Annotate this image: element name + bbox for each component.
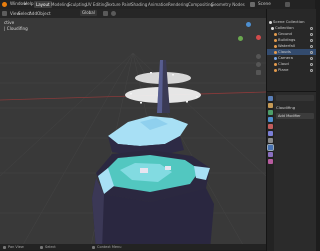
outliner-label: Collection <box>275 25 294 30</box>
mesh-icon <box>274 44 277 48</box>
view-layer-tab-icon[interactable] <box>268 117 273 122</box>
camera-icon <box>274 56 277 60</box>
world-tab-icon[interactable] <box>268 131 273 136</box>
navigation-gizmo[interactable] <box>236 22 262 48</box>
camera-view-icon[interactable] <box>256 70 261 75</box>
mouse-right-icon <box>92 245 95 249</box>
status-select: Select <box>45 245 56 249</box>
viewport-perspective-label: ctive <box>4 20 15 25</box>
viewport-scene <box>0 52 266 250</box>
collection-icon <box>269 20 272 24</box>
add-modifier-button[interactable]: Add Modifier <box>276 113 314 119</box>
gizmo-z-icon[interactable] <box>246 22 251 27</box>
visibility-eye-icon[interactable] <box>310 68 313 72</box>
mouse-middle-icon <box>3 245 6 249</box>
outliner-panel: Scene Collection Collection Ground Build… <box>266 9 316 91</box>
3d-viewport[interactable]: ctive | Cloudifing <box>0 18 266 250</box>
menu-help[interactable]: Help <box>24 1 34 7</box>
outliner-label: Clouds <box>278 49 291 54</box>
mesh-icon <box>274 38 277 42</box>
viewport-collection-label: | Cloudifing <box>4 26 28 31</box>
pan-icon[interactable] <box>256 62 261 67</box>
visibility-eye-icon[interactable] <box>310 38 313 42</box>
outliner-label: Scene Collection <box>273 19 305 24</box>
scene-tab-icon[interactable] <box>268 124 273 129</box>
visibility-eye-icon[interactable] <box>310 26 313 30</box>
visibility-eye-icon[interactable] <box>310 44 313 48</box>
object-tab-icon[interactable] <box>268 138 273 143</box>
active-object-name: Cloudifing <box>276 105 296 110</box>
visibility-eye-icon[interactable] <box>310 32 313 36</box>
proportional-edit-icon[interactable] <box>111 11 116 16</box>
outliner-label: Camera <box>278 55 293 60</box>
mesh-icon <box>274 62 277 66</box>
physics-tab-icon[interactable] <box>268 159 273 164</box>
collection-icon <box>271 26 274 30</box>
properties-panel: Cloudifing Add Modifier <box>266 91 316 251</box>
outliner-label: Waterfall <box>278 43 295 48</box>
status-context-menu: Context Menu <box>97 245 122 249</box>
status-bar: Pan View Select Context Menu <box>0 244 266 250</box>
properties-tab-column <box>267 92 274 251</box>
mouse-left-icon <box>40 245 43 249</box>
output-tab-icon[interactable] <box>268 110 273 115</box>
outliner-row-plane[interactable]: Plane <box>267 67 316 73</box>
mesh-icon <box>274 50 277 54</box>
outliner-label: Plane <box>278 67 289 72</box>
transform-orientation-dropdown[interactable]: Global <box>80 10 97 16</box>
outliner-label: Ground <box>278 31 292 36</box>
outliner-label: Buildings <box>278 37 296 42</box>
status-pan-view: Pan View <box>8 245 24 249</box>
menu-add[interactable]: Add <box>29 10 37 17</box>
snap-icon[interactable] <box>103 11 108 16</box>
editor-type-icon[interactable] <box>2 11 7 16</box>
render-tab-icon[interactable] <box>268 103 273 108</box>
view-layer-icon[interactable] <box>285 2 290 7</box>
tab-geometry-nodes[interactable]: Geometry Nodes <box>209 1 247 8</box>
modifier-wrench-icon[interactable] <box>267 144 274 151</box>
viewport-header: View Select Add Object Global Options <box>0 9 268 27</box>
scene-icon[interactable] <box>250 2 255 7</box>
scene-selector[interactable]: Scene <box>258 1 271 7</box>
menu-object[interactable]: Object <box>37 10 51 17</box>
gizmo-x-icon[interactable] <box>256 35 261 40</box>
particles-tab-icon[interactable] <box>268 152 273 157</box>
visibility-eye-icon[interactable] <box>310 56 313 60</box>
zoom-icon[interactable] <box>256 54 261 59</box>
search-properties-field[interactable] <box>276 95 314 101</box>
mesh-icon <box>274 68 277 72</box>
building <box>140 168 148 173</box>
tool-tab-icon[interactable] <box>268 96 273 101</box>
mesh-icon <box>274 32 277 36</box>
visibility-eye-icon[interactable] <box>310 50 313 54</box>
blender-logo-icon[interactable] <box>2 2 7 7</box>
visibility-eye-icon[interactable] <box>310 62 313 66</box>
gizmo-y-icon[interactable] <box>238 36 243 41</box>
outliner-label: Cloud <box>278 61 289 66</box>
